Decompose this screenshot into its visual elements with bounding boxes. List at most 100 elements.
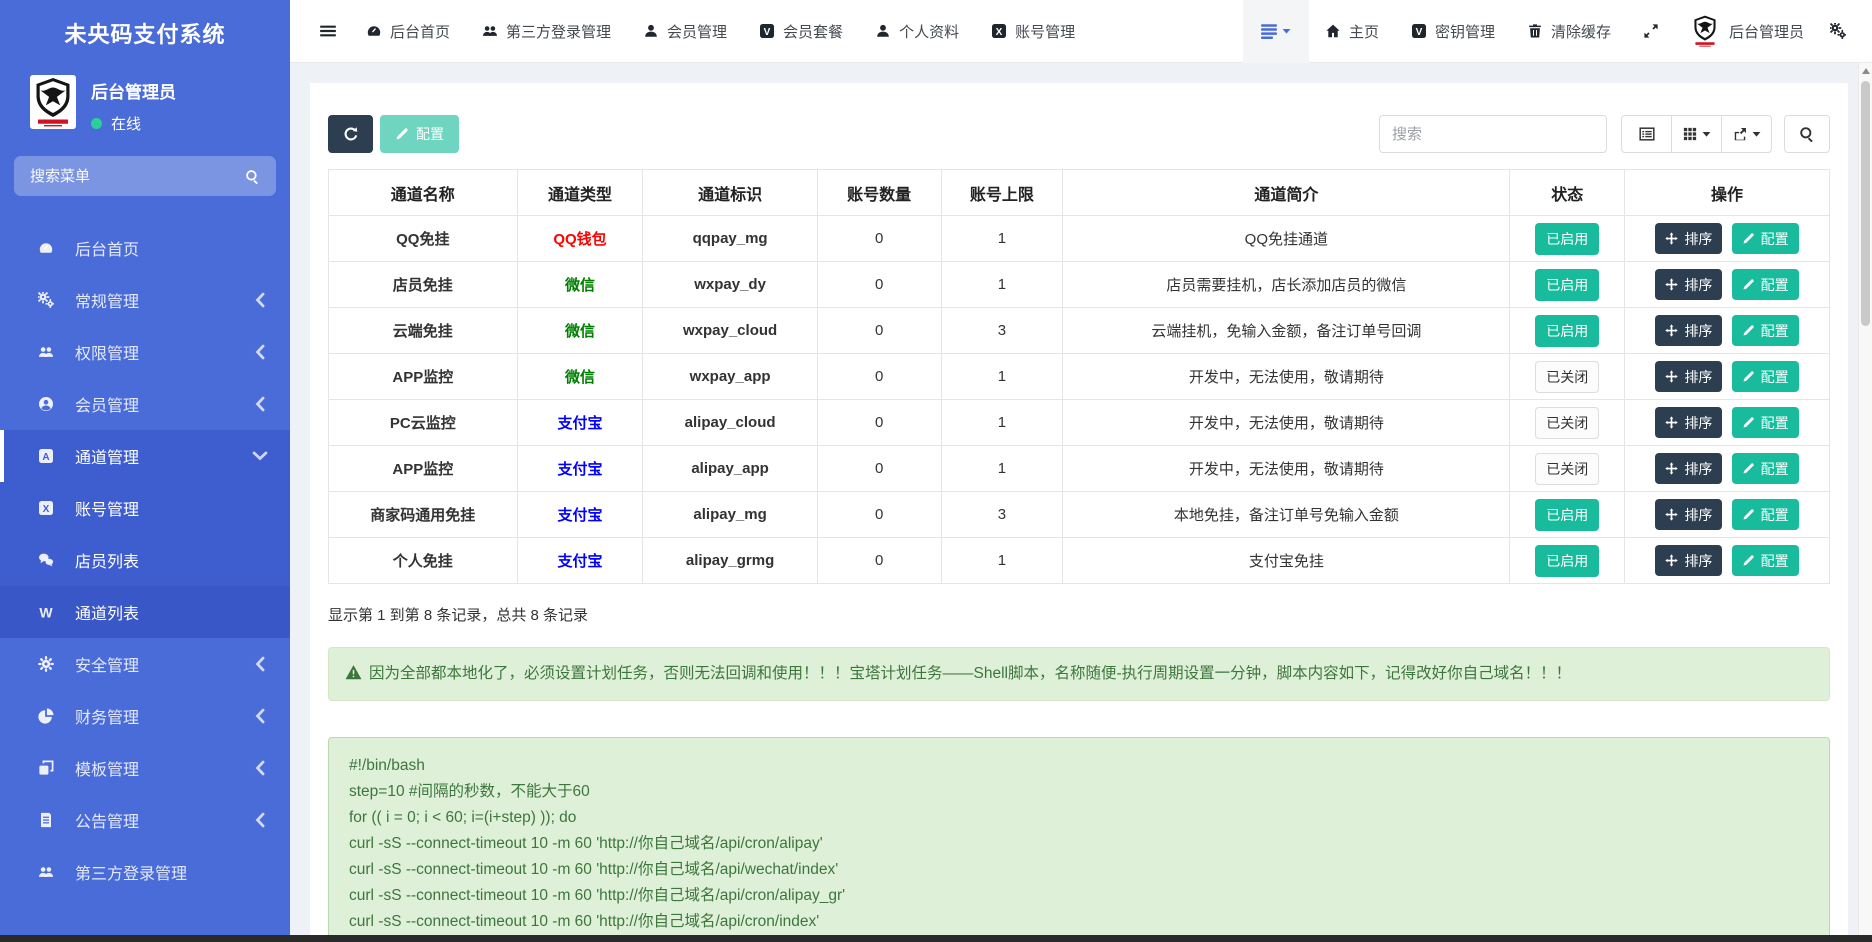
sidebar-item-thirdparty-login[interactable]: 第三方登录管理 bbox=[0, 846, 290, 898]
table-body: QQ免挂 QQ钱包 qqpay_mg 0 1 QQ免挂通道 已启用 排序 配置 bbox=[329, 216, 1830, 584]
sidebar-item-security[interactable]: 安全管理 bbox=[0, 638, 290, 690]
row-config-button[interactable]: 配置 bbox=[1732, 361, 1799, 392]
sidebar-item-finance[interactable]: 财务管理 bbox=[0, 690, 290, 742]
fullscreen-button[interactable] bbox=[1627, 0, 1675, 63]
sort-button[interactable]: 排序 bbox=[1655, 269, 1722, 300]
column-header[interactable]: 操作 bbox=[1625, 170, 1830, 216]
sidebar-item-members[interactable]: 会员管理 bbox=[0, 378, 290, 430]
account-count-cell: 0 bbox=[817, 262, 941, 308]
account-limit-cell: 1 bbox=[941, 400, 1063, 446]
status-badge[interactable]: 已关闭 bbox=[1535, 361, 1599, 393]
row-config-button[interactable]: 配置 bbox=[1732, 453, 1799, 484]
channel-name-cell: APP监控 bbox=[329, 446, 518, 492]
tab-accounts[interactable]: 账号管理 bbox=[975, 0, 1091, 63]
status-badge[interactable]: 已启用 bbox=[1535, 269, 1599, 301]
status-badge[interactable]: 已启用 bbox=[1535, 223, 1599, 255]
table-row[interactable]: APP监控 微信 wxpay_app 0 1 开发中，无法使用，敬请期待 已关闭… bbox=[329, 354, 1830, 400]
table-row[interactable]: 个人免挂 支付宝 alipay_grmg 0 1 支付宝免挂 已启用 排序 配置 bbox=[329, 538, 1830, 584]
table-row[interactable]: 店员免挂 微信 wxpay_dy 0 1 店员需要挂机，店长添加店员的微信 已启… bbox=[329, 262, 1830, 308]
sidebar-search-input[interactable] bbox=[30, 168, 245, 185]
channels-table: 通道名称通道类型通道标识账号数量账号上限通道简介状态操作 QQ免挂 QQ钱包 q… bbox=[328, 169, 1830, 584]
search-toggle-button[interactable] bbox=[1784, 115, 1830, 153]
w-icon bbox=[36, 604, 56, 620]
sidebar-item-dashboard[interactable]: 后台首页 bbox=[0, 222, 290, 274]
sidebar-item-channels[interactable]: 通道管理 bbox=[0, 430, 290, 482]
export-icon bbox=[1733, 127, 1747, 141]
vertical-scrollbar[interactable] bbox=[1858, 63, 1872, 935]
status-cell: 已关闭 bbox=[1510, 446, 1625, 492]
row-config-button[interactable]: 配置 bbox=[1732, 269, 1799, 300]
columns-button[interactable] bbox=[1671, 115, 1722, 153]
table-search-input[interactable] bbox=[1379, 115, 1607, 153]
home-link[interactable]: 主页 bbox=[1309, 0, 1395, 63]
tab-member-packages[interactable]: 会员套餐 bbox=[743, 0, 859, 63]
status-badge[interactable]: 已启用 bbox=[1535, 499, 1599, 531]
tab-dashboard[interactable]: 后台首页 bbox=[350, 0, 466, 63]
row-config-button[interactable]: 配置 bbox=[1732, 315, 1799, 346]
bottom-scrollbar[interactable] bbox=[0, 935, 1872, 942]
account-count-cell: 0 bbox=[817, 216, 941, 262]
sort-button[interactable]: 排序 bbox=[1655, 545, 1722, 576]
user-circle-icon bbox=[36, 396, 56, 412]
refresh-button[interactable] bbox=[328, 115, 373, 153]
row-config-button[interactable]: 配置 bbox=[1732, 499, 1799, 530]
column-header[interactable]: 通道简介 bbox=[1063, 170, 1510, 216]
sidebar-item-templates[interactable]: 模板管理 bbox=[0, 742, 290, 794]
tabs-dropdown-button[interactable] bbox=[1243, 0, 1309, 63]
secret-key-link[interactable]: 密钥管理 bbox=[1395, 0, 1511, 63]
table-row[interactable]: APP监控 支付宝 alipay_app 0 1 开发中，无法使用，敬请期待 已… bbox=[329, 446, 1830, 492]
export-button[interactable] bbox=[1721, 115, 1772, 153]
sidebar-item-channel-list[interactable]: 通道列表 bbox=[0, 586, 290, 638]
sort-button[interactable]: 排序 bbox=[1655, 499, 1722, 530]
sort-button[interactable]: 排序 bbox=[1655, 407, 1722, 438]
row-config-button[interactable]: 配置 bbox=[1732, 223, 1799, 254]
tab-profile[interactable]: 个人资料 bbox=[859, 0, 975, 63]
column-header[interactable]: 账号数量 bbox=[817, 170, 941, 216]
sidebar-item-announcements[interactable]: 公告管理 bbox=[0, 794, 290, 846]
sort-button[interactable]: 排序 bbox=[1655, 361, 1722, 392]
column-header[interactable]: 通道标识 bbox=[643, 170, 817, 216]
column-header[interactable]: 账号上限 bbox=[941, 170, 1063, 216]
table-row[interactable]: 云端免挂 微信 wxpay_cloud 0 3 云端挂机，免输入金额，备注订单号… bbox=[329, 308, 1830, 354]
sort-button[interactable]: 排序 bbox=[1655, 315, 1722, 346]
column-header[interactable]: 状态 bbox=[1510, 170, 1625, 216]
scroll-up-arrow-icon[interactable] bbox=[1862, 68, 1870, 74]
sidebar-toggle-button[interactable] bbox=[306, 0, 350, 63]
gear-icon bbox=[36, 656, 56, 672]
navbar-user-menu[interactable]: 后台管理员 bbox=[1675, 0, 1820, 63]
sort-button[interactable]: 排序 bbox=[1655, 453, 1722, 484]
table-row[interactable]: 商家码通用免挂 支付宝 alipay_mg 0 3 本地免挂，备注订单号免输入金… bbox=[329, 492, 1830, 538]
sidebar-search[interactable] bbox=[14, 156, 276, 196]
toolbar-right bbox=[1379, 115, 1830, 153]
status-badge[interactable]: 已关闭 bbox=[1535, 453, 1599, 485]
config-button[interactable]: 配置 bbox=[380, 115, 459, 153]
sidebar-item-accounts[interactable]: 账号管理 bbox=[0, 482, 290, 534]
row-config-button[interactable]: 配置 bbox=[1732, 407, 1799, 438]
sort-button[interactable]: 排序 bbox=[1655, 223, 1722, 254]
column-header[interactable]: 通道名称 bbox=[329, 170, 518, 216]
clear-cache-link[interactable]: 清除缓存 bbox=[1511, 0, 1627, 63]
status-cell: 已关闭 bbox=[1510, 400, 1625, 446]
sidebar-item-permissions[interactable]: 权限管理 bbox=[0, 326, 290, 378]
detail-view-button[interactable] bbox=[1621, 115, 1672, 153]
settings-button[interactable] bbox=[1820, 0, 1856, 63]
account-limit-cell: 1 bbox=[941, 216, 1063, 262]
caret-down-icon bbox=[1702, 130, 1711, 138]
row-config-button[interactable]: 配置 bbox=[1732, 545, 1799, 576]
tab-members[interactable]: 会员管理 bbox=[627, 0, 743, 63]
avatar[interactable] bbox=[30, 75, 76, 129]
status-badge[interactable]: 已关闭 bbox=[1535, 407, 1599, 439]
sidebar-item-general[interactable]: 常规管理 bbox=[0, 274, 290, 326]
table-row[interactable]: QQ免挂 QQ钱包 qqpay_mg 0 1 QQ免挂通道 已启用 排序 配置 bbox=[329, 216, 1830, 262]
column-header[interactable]: 通道类型 bbox=[517, 170, 643, 216]
status-badge[interactable]: 已启用 bbox=[1535, 315, 1599, 347]
table-row[interactable]: PC云监控 支付宝 alipay_cloud 0 1 开发中，无法使用，敬请期待… bbox=[329, 400, 1830, 446]
a-square-icon bbox=[36, 448, 56, 464]
move-icon bbox=[1665, 232, 1678, 245]
sidebar-item-clerk-list[interactable]: 店员列表 bbox=[0, 534, 290, 586]
account-limit-cell: 1 bbox=[941, 262, 1063, 308]
pencil-icon bbox=[1742, 324, 1755, 337]
tab-thirdparty-login[interactable]: 第三方登录管理 bbox=[466, 0, 627, 63]
status-badge[interactable]: 已启用 bbox=[1535, 545, 1599, 577]
scrollbar-thumb[interactable] bbox=[1861, 81, 1870, 326]
